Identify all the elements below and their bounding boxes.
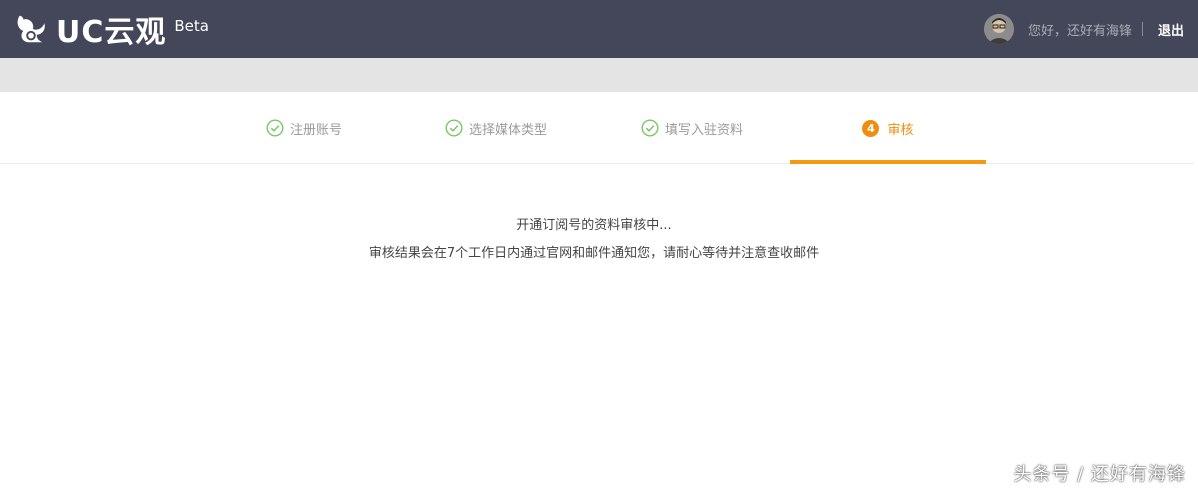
divider [1141, 22, 1143, 36]
check-circle-icon [266, 119, 284, 137]
logout-link[interactable]: 退出 [1158, 20, 1184, 39]
step-label: 审核 [887, 122, 914, 138]
brand-logo[interactable]: UC云观 Beta [12, 8, 209, 50]
top-navbar: UC云观 Beta 您好，还好有海锋 退出 [0, 0, 1198, 58]
user-area: 您好，还好有海锋 退出 [983, 0, 1184, 58]
check-circle-icon [445, 119, 463, 137]
step-label: 选择媒体类型 [468, 122, 547, 138]
avatar[interactable] [983, 14, 1014, 44]
step-review: 4 审核 [790, 92, 986, 164]
beta-label: Beta [174, 17, 209, 35]
step-label: 注册账号 [289, 122, 342, 138]
header-spacer [0, 58, 1198, 92]
review-status-detail: 审核结果会在7个工作日内通过官网和邮件通知您，请耐心等待并注意查收邮件 [368, 246, 820, 261]
main-card: 注册账号 选择媒体类型 填写入驻资料 4 审核 开通订阅号的资料审核中... 审… [0, 92, 1194, 492]
step-fill-profile: 填写入驻资料 [594, 92, 790, 164]
user-photo-icon [983, 14, 1014, 44]
brand-name: UC云观 [56, 15, 167, 50]
greeting-text: 您好，还好有海锋 [1027, 23, 1132, 39]
watermark-text: 头条号 / 还好有海锋 [1013, 464, 1186, 485]
squirrel-logo-icon [17, 15, 45, 43]
step-select-media-type: 选择媒体类型 [398, 92, 594, 164]
step-number-badge: 4 [862, 119, 880, 137]
step-progress: 注册账号 选择媒体类型 填写入驻资料 4 审核 [0, 92, 1194, 164]
check-circle-icon [641, 119, 659, 137]
review-status-title: 开通订阅号的资料审核中... [516, 218, 672, 233]
step-register-account: 注册账号 [206, 92, 402, 164]
step-label: 填写入驻资料 [664, 122, 743, 138]
active-step-indicator [790, 160, 986, 164]
